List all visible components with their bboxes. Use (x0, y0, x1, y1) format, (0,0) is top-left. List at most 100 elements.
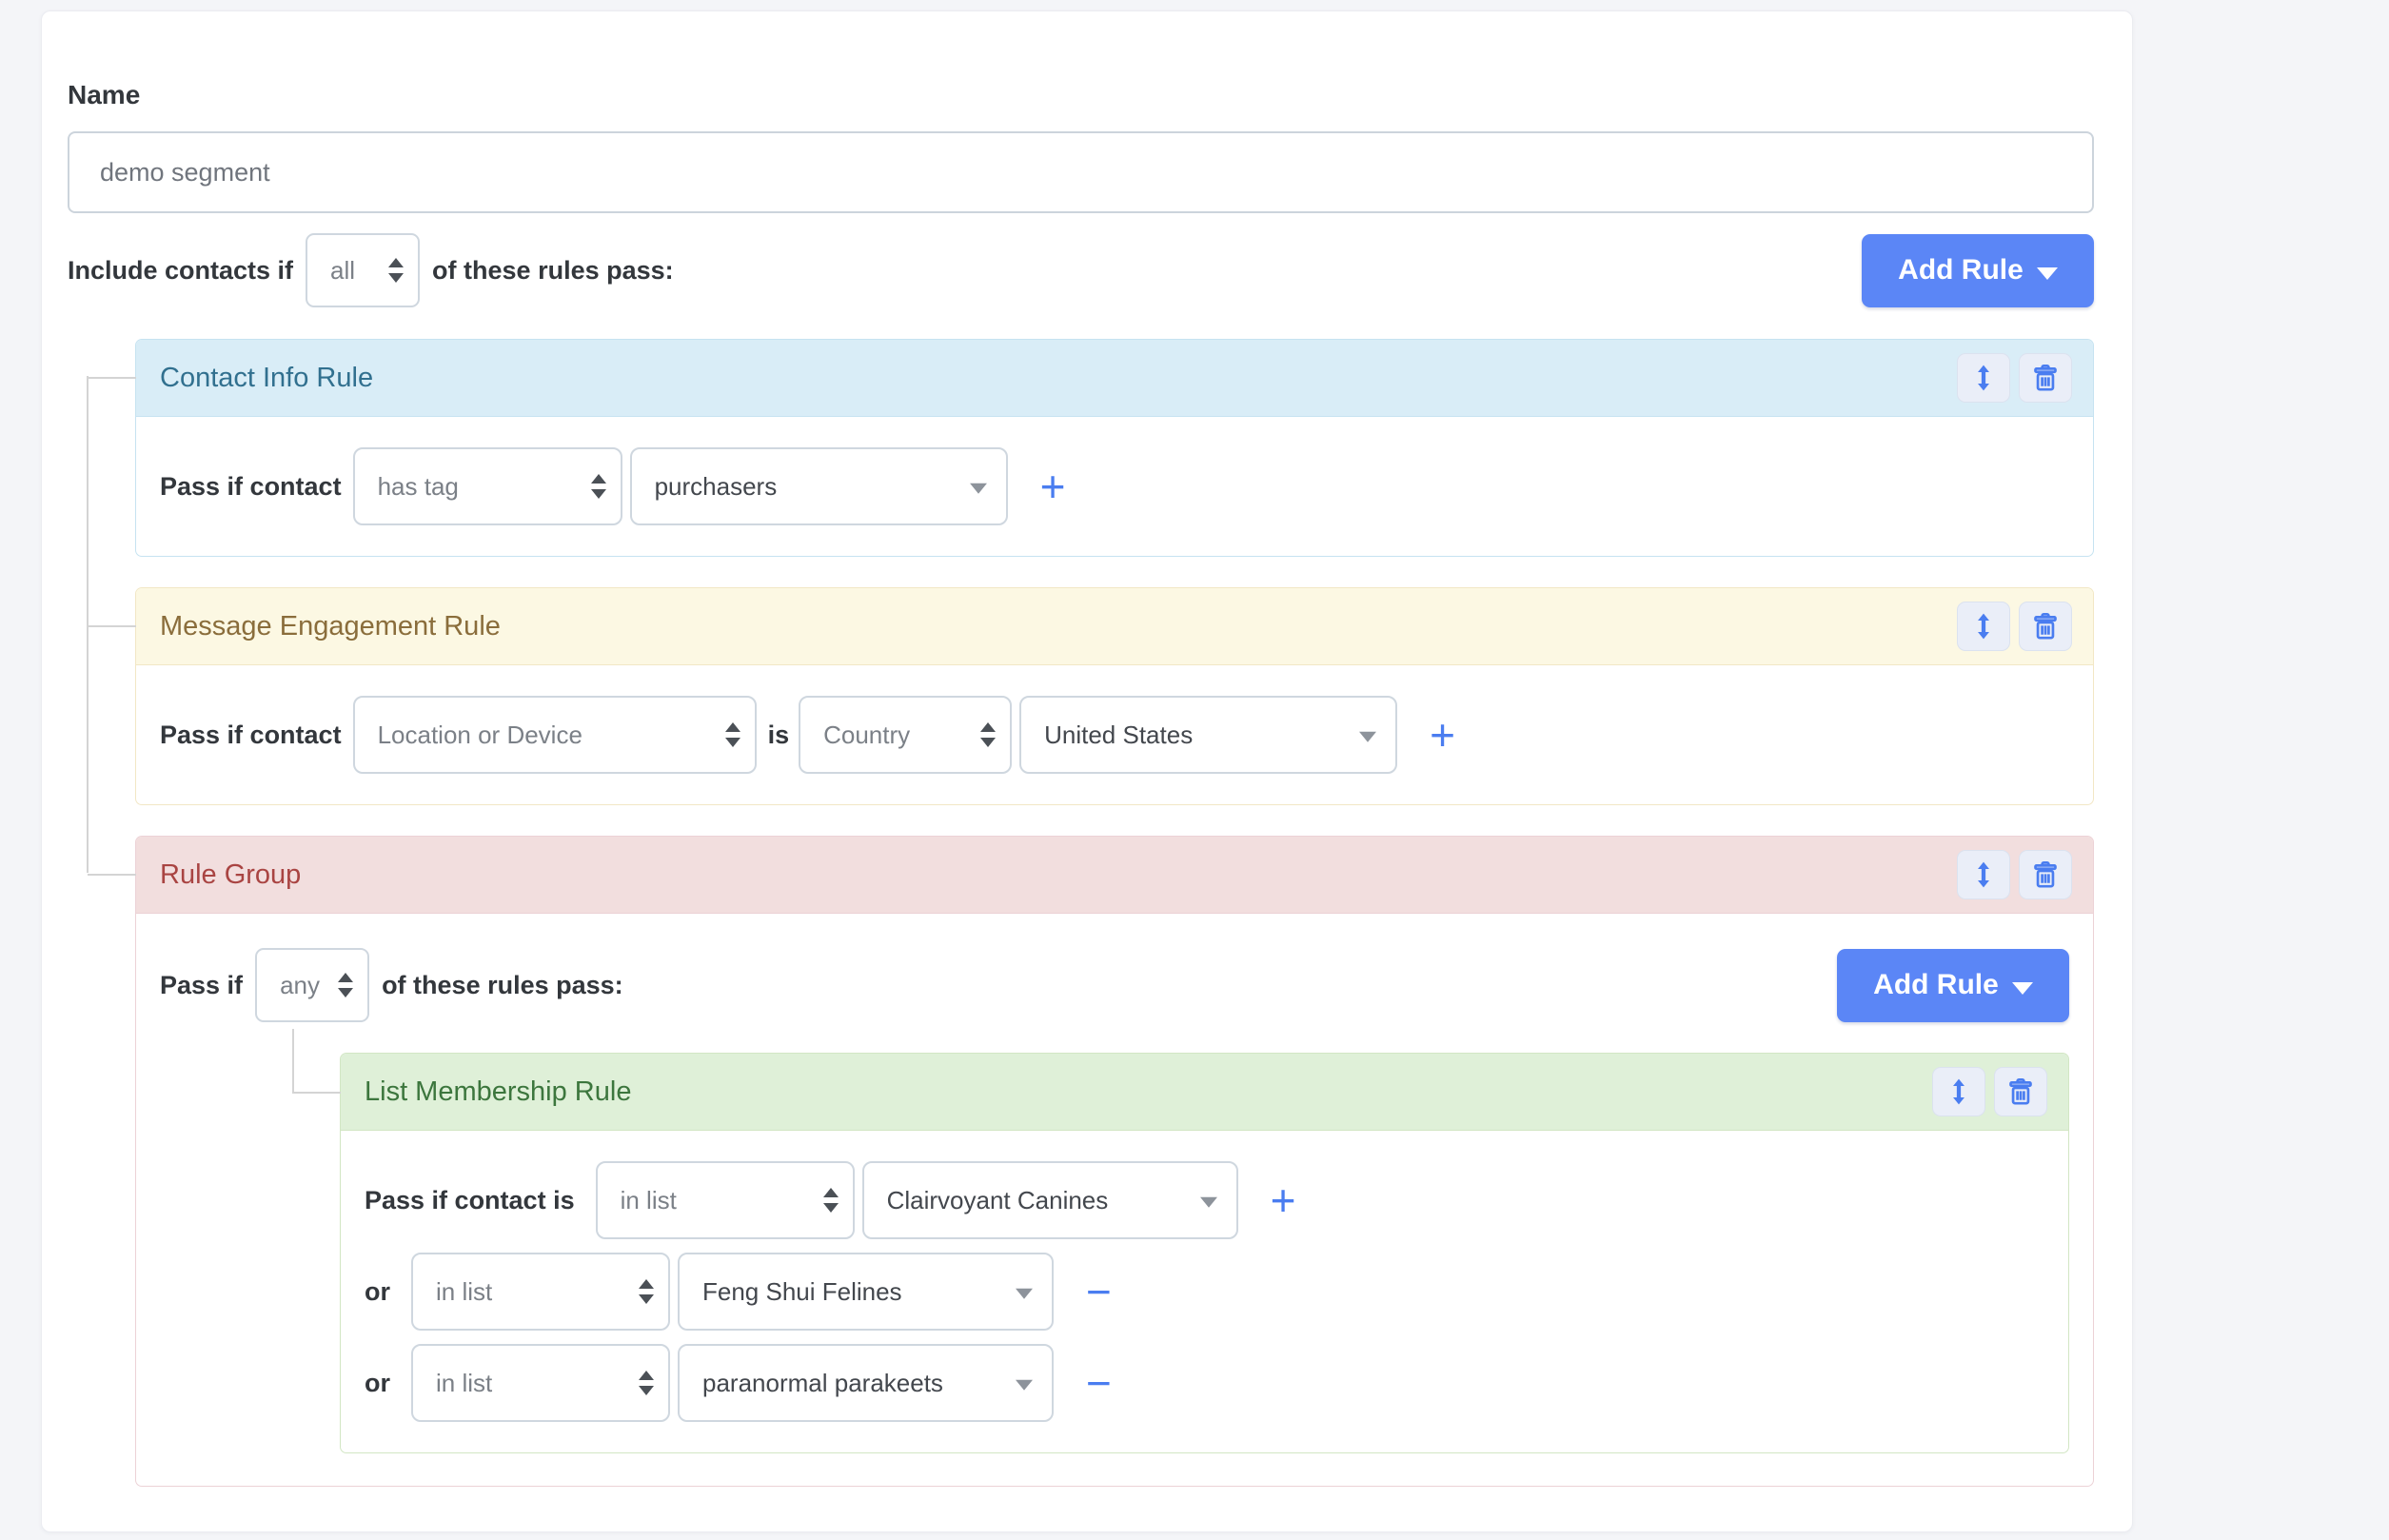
operator-select[interactable]: in list (411, 1344, 670, 1422)
list-select[interactable]: Clairvoyant Canines (862, 1161, 1238, 1239)
condition-connector: is (768, 721, 790, 750)
group-match-type-value: any (280, 971, 320, 1000)
condition-row: or in list paranormal parakeets − (365, 1344, 2044, 1422)
group-match-type-row: Pass if any of these rules pass: Add Rul… (160, 946, 2069, 1024)
rule-header-actions (1948, 602, 2072, 651)
segment-name-input[interactable] (68, 131, 2094, 213)
move-rule-button[interactable] (1957, 353, 2010, 403)
message-engagement-rule-header: Message Engagement Rule (136, 588, 2093, 665)
trash-icon (2029, 859, 2062, 891)
move-rule-button[interactable] (1957, 602, 2010, 651)
tag-select[interactable]: purchasers (630, 447, 1008, 525)
rule-header-actions (1948, 850, 2072, 899)
group-match-suffix: of these rules pass: (382, 971, 623, 1000)
match-type-row: Include contacts if all of these rules p… (68, 233, 2094, 307)
add-condition-button[interactable]: + (1267, 1178, 1300, 1222)
operator-value: Country (823, 721, 910, 750)
name-label: Name (68, 80, 2094, 110)
operator-select[interactable]: Country (799, 696, 1012, 774)
add-rule-button[interactable]: Add Rule (1862, 234, 2094, 307)
delete-rule-button[interactable] (2019, 602, 2072, 651)
condition-row: Pass if contact Location or Device is Co… (160, 696, 2069, 774)
match-row-suffix: of these rules pass: (432, 256, 674, 286)
add-condition-button[interactable]: + (1037, 464, 1070, 508)
add-rule-label: Add Rule (1873, 969, 1999, 1001)
rule-card-list-membership: List Membership Rule (340, 1053, 2069, 1453)
rule-group-children: List Membership Rule (160, 1053, 2069, 1453)
spinner-icon (980, 721, 996, 748)
spinner-icon (388, 257, 404, 284)
group-match-prefix: Pass if (160, 971, 243, 1000)
remove-condition-button[interactable]: − (1082, 1361, 1116, 1405)
rule-body: Pass if contact is in list Clairvoyant C… (341, 1131, 2068, 1452)
rule-title: Rule Group (160, 859, 301, 891)
list-select[interactable]: paranormal parakeets (678, 1344, 1054, 1422)
segment-editor-card: Name Include contacts if all of these ru… (41, 10, 2133, 1532)
contact-info-rule-header: Contact Info Rule (136, 340, 2093, 417)
spinner-icon (591, 473, 606, 500)
rule-header-actions (1924, 1067, 2047, 1116)
field-value: Location or Device (378, 721, 582, 750)
operator-value: in list (436, 1277, 492, 1307)
country-value: United States (1044, 721, 1193, 750)
remove-condition-button[interactable]: − (1082, 1270, 1116, 1313)
caret-down-icon (2012, 982, 2033, 995)
rule-group-header: Rule Group (136, 837, 2093, 914)
operator-select[interactable]: in list (596, 1161, 855, 1239)
group-match-type-select[interactable]: any (255, 948, 369, 1022)
match-type-select[interactable]: all (306, 233, 420, 307)
spinner-icon (639, 1278, 654, 1305)
rule-group-body: Pass if any of these rules pass: Add Rul… (136, 914, 2093, 1486)
rule-title: Message Engagement Rule (160, 611, 501, 642)
list-select[interactable]: Feng Shui Felines (678, 1253, 1054, 1331)
caret-down-icon (2037, 267, 2058, 280)
operator-select[interactable]: in list (411, 1253, 670, 1331)
arrows-v-icon (1943, 1076, 1975, 1108)
trash-icon (2004, 1076, 2037, 1108)
field-select[interactable]: Location or Device (353, 696, 757, 774)
arrows-v-icon (1967, 362, 2000, 394)
add-condition-button[interactable]: + (1426, 713, 1459, 757)
spinner-icon (725, 721, 740, 748)
delete-rule-button[interactable] (2019, 850, 2072, 899)
country-select[interactable]: United States (1019, 696, 1397, 774)
arrows-v-icon (1967, 859, 2000, 891)
group-add-rule-button[interactable]: Add Rule (1837, 949, 2069, 1022)
trash-icon (2029, 610, 2062, 642)
condition-row: or in list Feng Shui Felines − (365, 1253, 2044, 1331)
chevron-down-icon (1200, 1197, 1217, 1208)
rule-body: Pass if contact Location or Device is Co… (136, 665, 2093, 804)
move-rule-button[interactable] (1957, 850, 2010, 899)
chevron-down-icon (1359, 732, 1376, 742)
operator-select[interactable]: has tag (353, 447, 622, 525)
list-membership-rule-header: List Membership Rule (341, 1054, 2068, 1131)
delete-rule-button[interactable] (1994, 1067, 2047, 1116)
arrows-v-icon (1967, 610, 2000, 642)
rule-card-contact-info: Contact Info Rule (135, 339, 2094, 557)
spinner-icon (823, 1187, 839, 1214)
rule-card-message-engagement: Message Engagement Rule (135, 587, 2094, 805)
condition-label: Pass if contact (160, 721, 342, 750)
condition-row: Pass if contact has tag purchasers + (160, 447, 2069, 525)
operator-value: has tag (378, 472, 459, 502)
condition-label: or (365, 1369, 390, 1398)
move-rule-button[interactable] (1932, 1067, 1985, 1116)
rule-title: List Membership Rule (365, 1076, 631, 1108)
delete-rule-button[interactable] (2019, 353, 2072, 403)
tree-connector-line (87, 376, 89, 873)
list-value: Feng Shui Felines (702, 1277, 902, 1307)
rule-header-actions (1948, 353, 2072, 403)
list-value: Clairvoyant Canines (887, 1186, 1109, 1215)
condition-row: Pass if contact is in list Clairvoyant C… (365, 1161, 2044, 1239)
match-row-prefix: Include contacts if (68, 256, 293, 286)
rule-title: Contact Info Rule (160, 363, 373, 394)
spinner-icon (639, 1370, 654, 1396)
condition-label: Pass if contact is (365, 1186, 575, 1215)
operator-value: in list (436, 1369, 492, 1398)
condition-label: Pass if contact (160, 472, 342, 502)
match-type-value: all (330, 256, 355, 286)
rule-card-rule-group: Rule Group (135, 836, 2094, 1487)
list-value: paranormal parakeets (702, 1369, 943, 1398)
add-rule-label: Add Rule (1898, 254, 2024, 286)
rules-tree: Contact Info Rule (68, 339, 2094, 1487)
